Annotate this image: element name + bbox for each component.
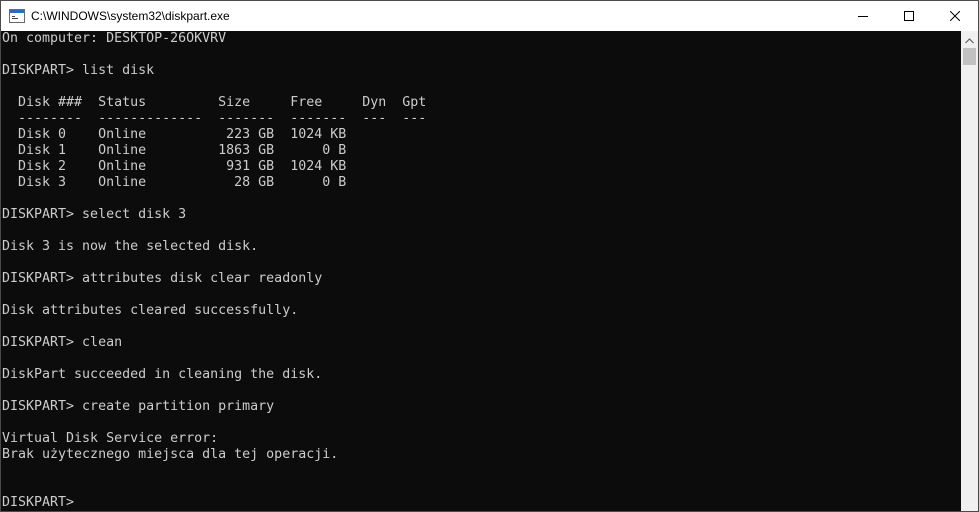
console-line: DISKPART> select disk 3 bbox=[2, 207, 187, 222]
console-line: DISKPART> list disk bbox=[2, 63, 155, 78]
console-output[interactable]: On computer: DESKTOP-26OKVRV DISKPART> l… bbox=[1, 31, 961, 511]
console-line: Disk 0 Online 223 GB 1024 KB bbox=[2, 127, 347, 142]
window-title: C:\WINDOWS\system32\diskpart.exe bbox=[31, 9, 230, 23]
console-line: Disk ### Status Size Free Dyn Gpt bbox=[2, 95, 427, 110]
maximize-button[interactable] bbox=[886, 1, 932, 31]
maximize-icon bbox=[904, 11, 914, 21]
console-line: Disk 3 Online 28 GB 0 B bbox=[2, 175, 347, 190]
window-controls bbox=[840, 1, 978, 31]
console-prompt: DISKPART> bbox=[2, 495, 75, 510]
console-line: -------- ------------- ------- ------- -… bbox=[2, 111, 427, 126]
console-line: Disk 1 Online 1863 GB 0 B bbox=[2, 143, 347, 158]
scroll-up-button[interactable] bbox=[961, 31, 978, 48]
console-line: Virtual Disk Service error: bbox=[2, 431, 219, 446]
minimize-button[interactable] bbox=[840, 1, 886, 31]
console-line: Brak użytecznego miejsca dla tej operacj… bbox=[2, 447, 339, 462]
console-line: Disk attributes cleared successfully. bbox=[2, 303, 299, 318]
console-app-icon[interactable] bbox=[9, 8, 25, 24]
close-button[interactable] bbox=[932, 1, 978, 31]
console-line: DISKPART> attributes disk clear readonly bbox=[2, 271, 323, 286]
console-line: DiskPart succeeded in cleaning the disk. bbox=[2, 367, 323, 382]
console-line: DISKPART> create partition primary bbox=[2, 399, 275, 414]
minimize-icon bbox=[858, 11, 868, 21]
title-bar[interactable]: C:\WINDOWS\system32\diskpart.exe bbox=[1, 1, 978, 31]
vertical-scrollbar[interactable] bbox=[961, 31, 978, 511]
console-line: On computer: DESKTOP-26OKVRV bbox=[2, 31, 227, 46]
console-window: C:\WINDOWS\system32\diskpart.exe On comp… bbox=[0, 0, 979, 512]
console-line: Disk 2 Online 931 GB 1024 KB bbox=[2, 159, 347, 174]
close-icon bbox=[950, 11, 960, 21]
chevron-up-icon bbox=[965, 31, 974, 49]
scrollbar-thumb[interactable] bbox=[963, 48, 976, 65]
console-line: Disk 3 is now the selected disk. bbox=[2, 239, 259, 254]
console-line: DISKPART> clean bbox=[2, 335, 123, 350]
